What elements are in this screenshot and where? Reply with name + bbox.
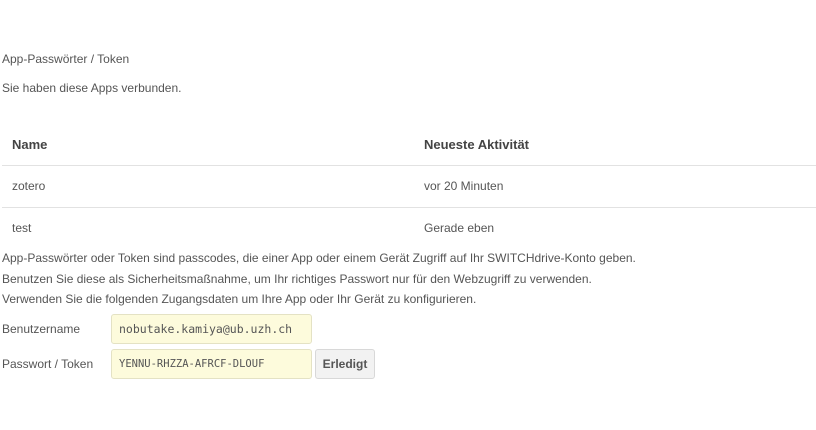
username-label: Benutzername (2, 322, 81, 336)
username-field[interactable]: nobutake.kamiya@ub.uzh.ch (111, 314, 312, 344)
row-divider (2, 165, 816, 166)
section-description: Sie haben diese Apps verbunden. (2, 81, 182, 95)
info-line: App-Passwörter oder Token sind passcodes… (2, 251, 636, 265)
app-last-activity: vor 20 Minuten (424, 179, 504, 193)
password-token-field[interactable]: YENNU-RHZZA-AFRCF-DLOUF (111, 349, 312, 379)
column-header-activity: Neueste Aktivität (424, 137, 529, 152)
section-title: App-Passwörter / Token (2, 52, 130, 66)
password-label: Passwort / Token (2, 357, 94, 371)
row-divider (2, 207, 816, 208)
done-button[interactable]: Erledigt (315, 349, 375, 379)
info-line: Benutzen Sie diese als Sicherheitsmaßnah… (2, 272, 592, 286)
app-name: test (12, 221, 32, 235)
info-line: Verwenden Sie die folgenden Zugangsdaten… (2, 292, 477, 306)
app-name: zotero (12, 179, 46, 193)
app-last-activity: Gerade eben (424, 221, 495, 235)
column-header-name: Name (12, 137, 48, 152)
